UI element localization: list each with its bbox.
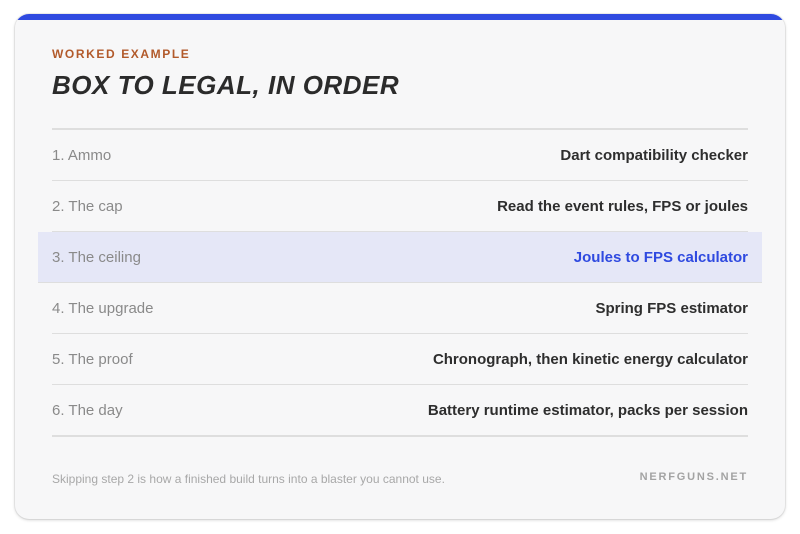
card-title: BOX TO LEGAL, IN ORDER <box>52 70 400 100</box>
step-row-5: 5. The proof Chronograph, then kinetic e… <box>52 334 748 385</box>
step-tool: Read the event rules, FPS or joules <box>497 197 748 215</box>
step-tool-link[interactable]: Joules to FPS calculator <box>574 249 748 266</box>
step-label: 6. The day <box>52 401 123 419</box>
step-row-2: 2. The cap Read the event rules, FPS or … <box>52 181 748 232</box>
accent-bar <box>15 14 785 20</box>
step-row-4: 4. The upgrade Spring FPS estimator <box>52 283 748 334</box>
step-label: 1. Ammo <box>52 146 112 164</box>
footnote-text: Skipping step 2 is how a finished build … <box>52 472 445 486</box>
steps-list: 1. Ammo Dart compatibility checker 2. Th… <box>38 128 762 437</box>
step-tool: Spring FPS estimator <box>595 299 748 317</box>
step-label: 2. The cap <box>52 197 123 215</box>
step-row-3-highlighted: 3. The ceiling Joules to FPS calculator <box>38 232 762 283</box>
step-row-1: 1. Ammo Dart compatibility checker <box>52 130 748 181</box>
step-label: 3. The ceiling <box>52 248 141 266</box>
step-label: 4. The upgrade <box>52 299 154 317</box>
step-tool: Dart compatibility checker <box>560 146 748 164</box>
step-row-6: 6. The day Battery runtime estimator, pa… <box>52 385 748 437</box>
worked-example-card: WORKED EXAMPLE BOX TO LEGAL, IN ORDER 1.… <box>15 14 785 519</box>
step-tool: Chronograph, then kinetic energy calcula… <box>432 350 748 368</box>
eyebrow-label: WORKED EXAMPLE <box>52 47 191 61</box>
step-label: 5. The proof <box>52 350 133 368</box>
brand-label: NERFGUNS.NET <box>639 471 748 483</box>
step-tool: Battery runtime estimator, packs per ses… <box>427 401 748 419</box>
